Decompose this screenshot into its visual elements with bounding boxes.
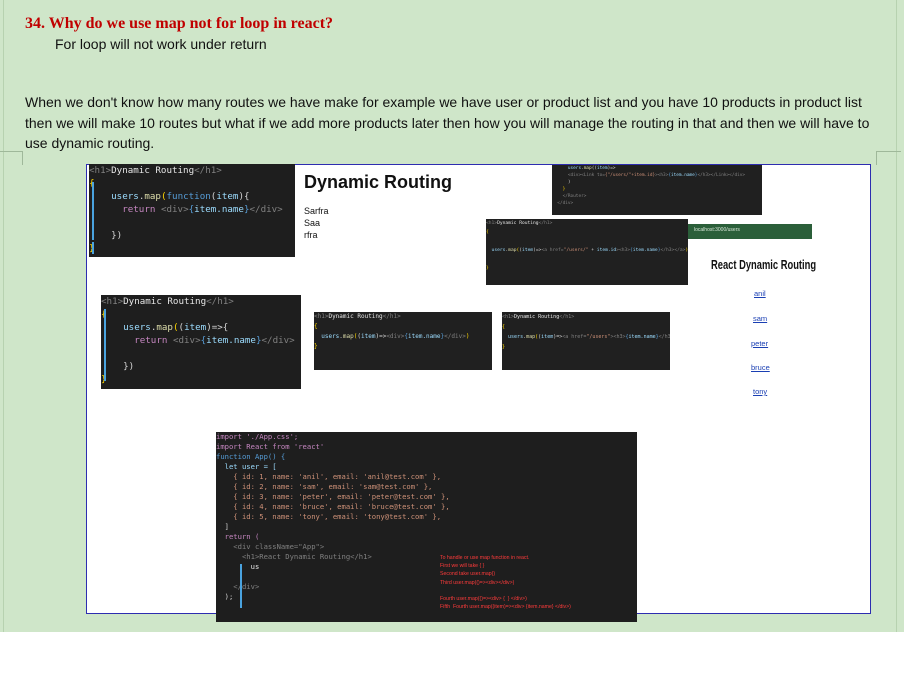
code-line: { id: 5, name: 'tony', email: 'tony@test… <box>216 512 442 521</box>
note-line: Fifth Fourth user.map((item)=><div> {ite… <box>440 604 571 611</box>
rendered-name: Saa <box>304 218 321 228</box>
code-snippet-map-function: <h1>Dynamic Routing</h1> { users.map(fun… <box>89 164 295 257</box>
document-page: 34. Why do we use map not for loop in re… <box>0 0 904 632</box>
code-line: { id: 1, name: 'anil', email: 'anil@test… <box>216 472 442 481</box>
text-boundary-mark-right <box>876 151 901 165</box>
code-line: import './App.css'; <box>216 432 299 441</box>
page-border-right <box>896 0 897 632</box>
browser-tab-label: localhost:3000/users <box>694 227 740 233</box>
code-line: { id: 3, name: 'peter', email: 'peter@te… <box>216 492 450 501</box>
user-link-bruce[interactable]: bruce <box>751 363 770 372</box>
note-line: Fourth user.map(()=><div> { } </div>) <box>440 596 527 602</box>
code-line: import React from 'react' <box>216 442 325 451</box>
code-line: function App() { <box>216 452 286 461</box>
text-boundary-mark-left <box>0 151 23 165</box>
user-link-peter[interactable]: peter <box>751 339 768 348</box>
note-line: Second take user.map() <box>440 571 496 578</box>
handwritten-steps-notes-continued: Fourth user.map(()=><div> { } </div>) Fi… <box>440 595 571 611</box>
rendered-name-list: Sarfra Saa rfra <box>304 205 329 241</box>
rendered-heading: Dynamic Routing <box>304 172 453 192</box>
note-line: First we will take { } <box>440 563 485 570</box>
user-link-tony[interactable]: tony <box>753 387 767 396</box>
rendered-page-title: React Dynamic Routing <box>711 257 817 272</box>
answer-text: For loop will not work under return <box>55 36 267 52</box>
question-heading: 34. Why do we use map not for loop in re… <box>25 15 334 32</box>
code-line: us <box>216 562 260 571</box>
user-link-sam[interactable]: sam <box>753 314 767 323</box>
code-snippet-href-map: <h1>Dynamic Routing</h1> { users.map((it… <box>486 219 688 285</box>
note-line: Third user.map(()=><div></div>) <box>440 579 515 586</box>
code-line: { id: 4, name: 'bruce', email: 'bruce@te… <box>216 502 450 511</box>
code-line: let user = [ <box>216 462 277 471</box>
handwritten-steps-notes: To handle or use map function in react. … <box>440 554 529 587</box>
code-snippet-router-link: users.map((item)=> <div><Link to={"/user… <box>552 165 762 215</box>
code-line: ] <box>216 522 229 531</box>
code-line: return ( <box>216 532 260 541</box>
code-snippet-inline-map: <h1>Dynamic Routing</h1> { users.map((it… <box>314 312 492 370</box>
code-line: ); <box>216 592 234 601</box>
user-link-anil[interactable]: anil <box>754 289 766 298</box>
explanation-paragraph: When we don't know how many routes we ha… <box>25 94 870 151</box>
code-snippet-arrow-map: <h1>Dynamic Routing</h1> { users.map((it… <box>101 295 301 389</box>
code-line: <div className="App"> <box>216 542 325 551</box>
code-snippet-link-map: <h1>Dynamic Routing</h1> { users.map((it… <box>502 312 670 370</box>
rendered-name: rfra <box>304 230 318 240</box>
code-line: { id: 2, name: 'sam', email: 'sam@test.c… <box>216 482 433 491</box>
code-line: <h1>React Dynamic Routing</h1> <box>216 552 372 561</box>
note-line: To handle or use map function in react. <box>440 555 530 561</box>
code-line: </div> <box>216 582 260 591</box>
rendered-name: Sarfra <box>304 206 329 216</box>
browser-tab-bar: localhost:3000/users <box>688 224 812 239</box>
page-border-left <box>3 0 4 632</box>
code-editor-app-js: import './App.css'; import React from 'r… <box>216 432 637 622</box>
